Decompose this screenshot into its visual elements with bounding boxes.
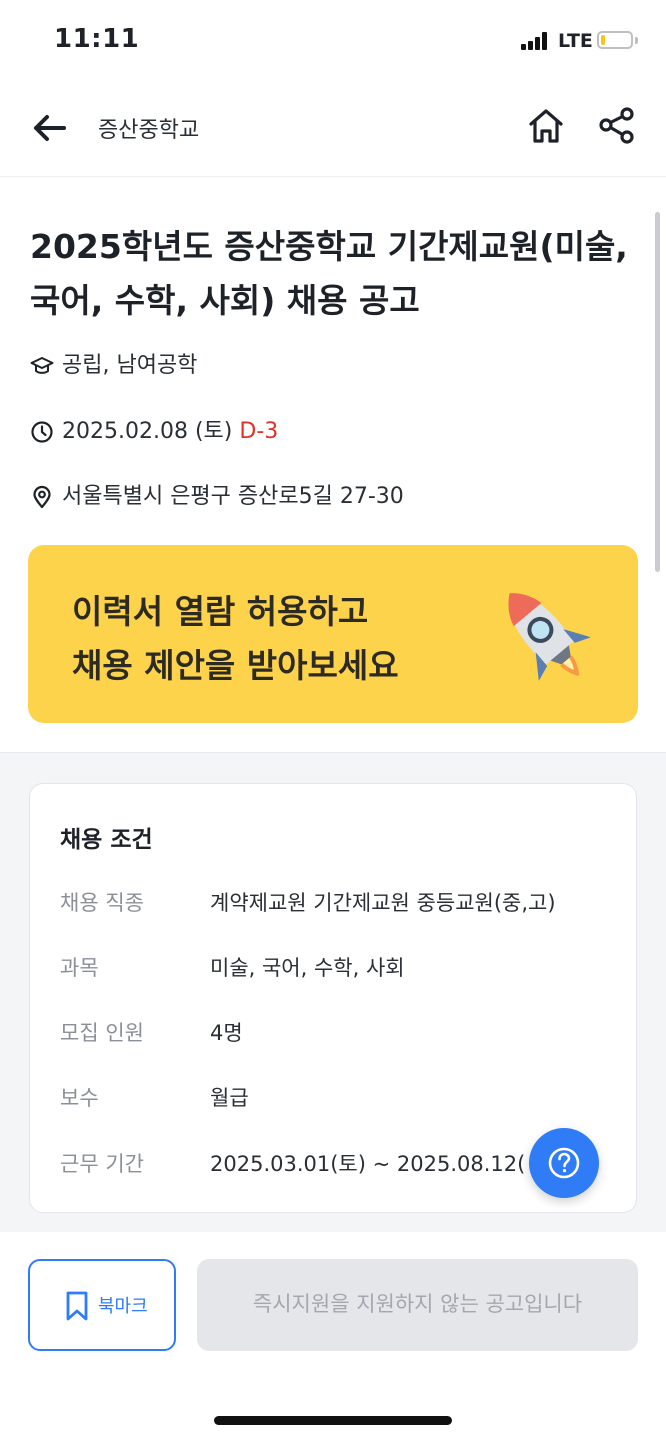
- condition-value: 미술, 국어, 수학, 사회: [210, 956, 405, 980]
- resume-promo-banner[interactable]: 이력서 열람 허용하고 채용 제안을 받아보세요: [28, 545, 638, 723]
- condition-value: 4명: [210, 1021, 243, 1045]
- rocket-icon: [508, 593, 591, 681]
- condition-label: 모집 인원: [60, 1021, 144, 1045]
- battery-icon: [597, 31, 633, 49]
- bookmark-label: 북마크: [98, 1296, 148, 1317]
- condition-label: 근무 기간: [60, 1152, 144, 1176]
- condition-label: 채용 직종: [60, 891, 144, 915]
- home-icon: [529, 109, 563, 143]
- address: 서울특별시 은평구 증산로5길 27-30: [62, 484, 404, 509]
- d-day-badge: D-3: [239, 419, 279, 444]
- conditions-title: 채용 조건: [60, 827, 153, 853]
- apply-label: 즉시지원을 지원하지 않는 공고입니다: [252, 1292, 583, 1316]
- share-icon: [599, 107, 634, 144]
- bookmark-icon: [66, 1291, 88, 1321]
- banner-line-2: 채용 제안을 받아보세요: [72, 646, 399, 685]
- bottom-action-bar: 북마크 즉시지원을 지원하지 않는 공고입니다: [0, 1232, 666, 1440]
- condition-value: 2025.03.01(토) ~ 2025.08.12(: [210, 1152, 526, 1176]
- signal-icon: [521, 32, 553, 50]
- question-icon: [548, 1147, 580, 1179]
- status-bar: 11:11 LTE: [0, 0, 666, 80]
- banner-line-1: 이력서 열람 허용하고: [72, 592, 369, 631]
- scrollbar[interactable]: [655, 212, 660, 572]
- location-pin-icon: [33, 485, 51, 509]
- condition-value: 월급: [210, 1086, 249, 1110]
- home-button[interactable]: [524, 104, 568, 148]
- status-time: 11:11: [54, 24, 140, 54]
- apply-button[interactable]: 즉시지원을 지원하지 않는 공고입니다: [197, 1259, 638, 1351]
- condition-value: 계약제교원 기간제교원 중등교원(중,고): [210, 891, 556, 915]
- clock-icon: [31, 421, 53, 443]
- share-button[interactable]: [595, 104, 639, 148]
- back-button[interactable]: [28, 106, 72, 150]
- condition-label: 보수: [60, 1086, 99, 1110]
- header-title: 증산중학교: [98, 118, 200, 143]
- condition-label: 과목: [60, 956, 99, 980]
- home-indicator: [214, 1416, 452, 1425]
- back-arrow-icon: [34, 115, 66, 141]
- graduation-cap-icon: [30, 357, 54, 374]
- help-button[interactable]: [529, 1128, 599, 1198]
- bookmark-button[interactable]: 북마크: [28, 1259, 176, 1351]
- network-label: LTE: [558, 30, 593, 52]
- school-type: 공립, 남여공학: [62, 353, 198, 378]
- job-title: 2025학년도 증산중학교 기간제교원(미술, 국어, 수학, 사회) 채용 공…: [30, 227, 628, 320]
- app-header: 증산중학교: [0, 80, 666, 177]
- deadline-date: 2025.02.08 (토): [62, 419, 233, 444]
